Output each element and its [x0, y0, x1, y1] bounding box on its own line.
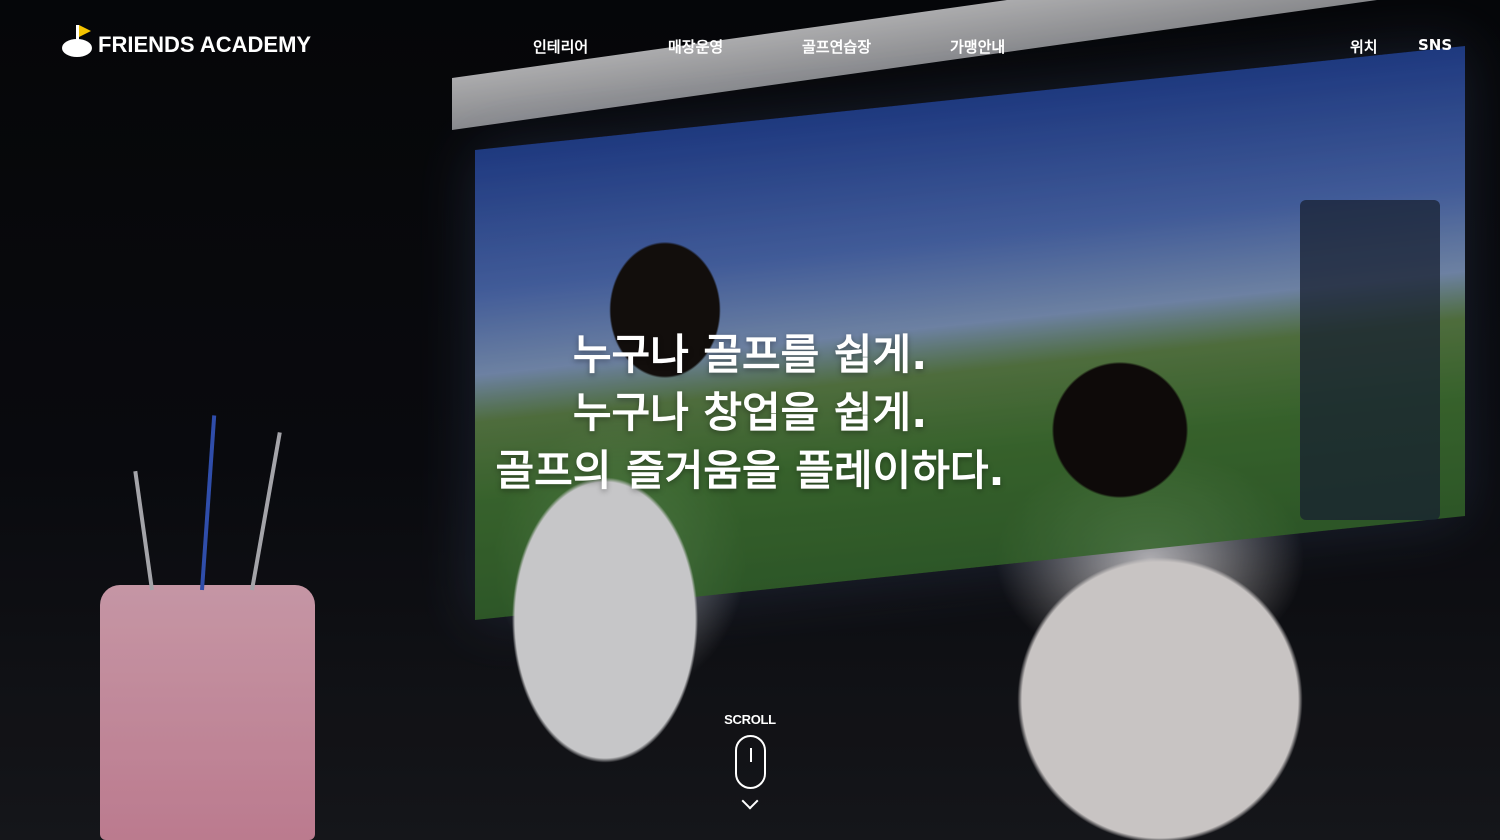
golf-flag-icon — [62, 25, 92, 57]
hero-line-2: 누구나 창업을 쉽게. — [572, 388, 928, 437]
nav-item-sns[interactable]: SNS — [1418, 36, 1452, 54]
nav-item-store-operation[interactable]: 매장운영 — [668, 36, 723, 57]
hero-section: FRIENDS ACADEMY 인테리어 매장운영 골프연습장 가맹안내 위치 … — [0, 0, 1500, 840]
scroll-label: SCROLL — [724, 712, 776, 727]
nav-item-location[interactable]: 위치 — [1350, 36, 1378, 57]
brand-logo[interactable]: FRIENDS ACADEMY — [62, 24, 311, 58]
hero-line-3: 골프의 즐거움을 플레이하다. — [495, 446, 1005, 495]
nav-item-interior[interactable]: 인테리어 — [533, 36, 588, 57]
site-header: FRIENDS ACADEMY 인테리어 매장운영 골프연습장 가맹안내 위치 … — [0, 0, 1500, 92]
mouse-icon — [734, 735, 766, 789]
nav-item-driving-range[interactable]: 골프연습장 — [802, 36, 871, 57]
hero-headline: 누구나 골프를 쉽게. 누구나 창업을 쉽게. 골프의 즐거움을 플레이하다. — [0, 326, 1500, 500]
brand-name: FRIENDS ACADEMY — [98, 32, 312, 57]
hero-line-1: 누구나 골프를 쉽게. — [572, 330, 928, 379]
scroll-indicator[interactable]: SCROLL — [720, 712, 780, 810]
chevron-down-icon — [741, 792, 759, 810]
nav-item-franchise[interactable]: 가맹안내 — [950, 36, 1005, 57]
